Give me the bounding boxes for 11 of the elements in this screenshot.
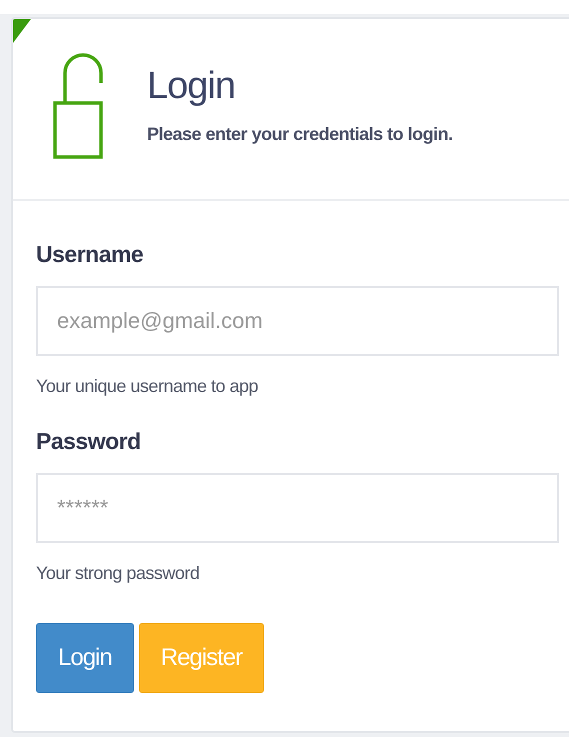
input-field[interactable]: ****** [36, 473, 559, 543]
login-subtitle: Please enter your credentials to login. [147, 123, 453, 146]
padlock-icon [53, 51, 103, 161]
help-text: Your unique username to app [36, 375, 258, 398]
corner-triangle-icon [13, 19, 31, 43]
login-button[interactable]: Login [36, 623, 134, 693]
field-label: Username [36, 240, 144, 269]
help-text: Your strong password [36, 562, 200, 585]
field-label: Password [36, 427, 141, 456]
input-field[interactable]: example@gmail.com [36, 286, 559, 356]
login-title: Login [147, 64, 236, 109]
